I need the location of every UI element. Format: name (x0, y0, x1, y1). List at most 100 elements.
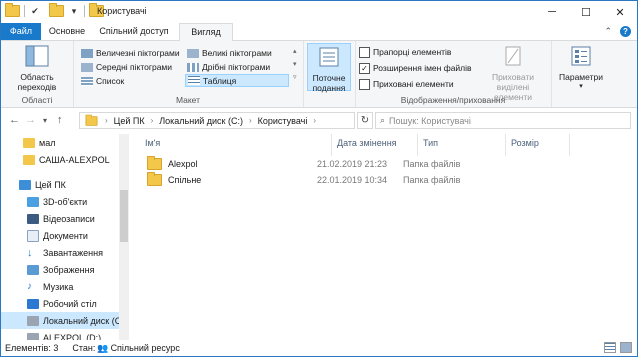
navigation-pane-icon (25, 45, 49, 67)
show-hide-group-label: Відображення/приховання (400, 95, 506, 105)
checkbox-unchecked-icon (359, 78, 370, 90)
file-extensions-toggle[interactable]: ✓ Розширення імен файлів (359, 62, 472, 74)
forward-button[interactable]: → (25, 114, 36, 126)
layout-xl-icons[interactable]: Величезні піктограми (81, 47, 180, 59)
desktop-icon (27, 298, 39, 309)
folder-icon (85, 114, 98, 126)
folder-icon (147, 172, 162, 186)
sort-by-label: Поточне подання (312, 73, 346, 93)
recent-locations-button[interactable]: ▾ (43, 116, 47, 125)
layout-details[interactable]: Таблиця (185, 74, 289, 87)
search-input[interactable]: ⌕ Пошук: Користувачі (375, 112, 631, 129)
folder-icon (5, 3, 20, 17)
nav-pane-button[interactable]: Область переходів (7, 45, 67, 92)
explorer-window: ✔ ▾ Користувачі ─ ☐ ✕ Файл Основне Спіль… (0, 0, 638, 357)
nav-item-this-pc[interactable]: Цей ПК (1, 176, 137, 193)
column-header-name[interactable]: Ім'я (145, 138, 160, 148)
layout-gallery-scroll[interactable]: ▴ ▾ ▿ (293, 45, 297, 84)
nav-pane-label: Область переходів (17, 72, 57, 92)
item-checkboxes-toggle[interactable]: Прапорці елементів (359, 46, 451, 58)
layout-group: Величезні піктограми Великі піктограми С… (73, 41, 304, 107)
file-name: Спільне (168, 175, 202, 185)
xl-icons-icon (81, 48, 93, 58)
file-type: Папка файлів (403, 159, 461, 169)
window-title: Користувачі (97, 6, 147, 16)
details-view-button[interactable] (604, 342, 616, 353)
tab-view[interactable]: Вигляд (179, 23, 233, 42)
refresh-icon: ↻ (360, 115, 370, 126)
tab-share[interactable]: Спільний доступ (91, 23, 177, 40)
computer-icon (19, 179, 31, 190)
scrollbar-thumb[interactable] (120, 190, 128, 242)
quick-access-toolbar: ✔ ▾ (5, 3, 104, 17)
show-hide-group: Прапорці елементів ✓ Розширення імен фай… (355, 41, 552, 107)
navigation-pane: мал САША-ALEXPOL Цей ПК 3D-об'єкти Відео… (1, 134, 145, 343)
current-view-group: Поточне подання (303, 41, 356, 107)
small-icons-icon (187, 62, 199, 72)
layout-medium-icons[interactable]: Середні піктограми (81, 61, 172, 73)
list-icon (81, 76, 93, 86)
hide-selected-icon (505, 46, 521, 66)
layout-small-icons[interactable]: Дрібні піктограми (187, 61, 270, 73)
column-header-size[interactable]: Розмір (511, 138, 539, 148)
sort-by-button[interactable]: Поточне подання (307, 43, 351, 93)
refresh-button[interactable]: ↻ (357, 112, 373, 129)
options-dropdown-icon: ▾ (579, 83, 583, 90)
layout-large-icons[interactable]: Великі піктограми (187, 47, 272, 59)
checkbox-unchecked-icon (359, 46, 370, 58)
large-icons-view-button[interactable] (620, 342, 632, 353)
file-type: Папка файлів (403, 175, 461, 185)
panes-group: Область переходів Області (1, 41, 74, 107)
layout-list[interactable]: Список (81, 75, 124, 87)
customize-qat-icon[interactable]: ▾ (68, 5, 80, 17)
panes-group-label: Області (21, 95, 53, 105)
options-icon (571, 46, 591, 66)
column-header-date[interactable]: Дата змінення (337, 138, 397, 148)
back-button[interactable]: ← (9, 114, 20, 126)
properties-icon[interactable]: ✔ (29, 5, 41, 17)
drive-icon (27, 315, 39, 326)
maximize-button[interactable]: ☐ (569, 1, 603, 23)
address-row: ← → ▾ ↑ › Цей ПК › Локальний диск (C:) ›… (1, 108, 637, 134)
nav-pane-scrollbar[interactable] (119, 134, 129, 340)
new-folder-icon[interactable] (49, 3, 64, 17)
item-count: Елементів: 3 (5, 343, 59, 353)
file-row[interactable]: Спільне 22.01.2019 10:34 Папка файлів (141, 172, 621, 188)
large-icons-icon (187, 48, 199, 58)
shared-users-icon: 👥 (97, 342, 109, 353)
column-header-type[interactable]: Тип (423, 138, 438, 148)
tab-file[interactable]: Файл (1, 23, 41, 40)
layout-group-label: Макет (175, 95, 201, 105)
shared-status: Спільний ресурс (110, 343, 180, 353)
file-name: Alexpol (168, 159, 198, 169)
breadcrumb-this-pc[interactable]: Цей ПК (114, 116, 145, 126)
hide-selected-button[interactable]: Приховати виділені елементи (481, 45, 545, 102)
file-date: 21.02.2019 21:23 (317, 159, 388, 169)
details-icon (188, 76, 200, 85)
videos-icon (27, 213, 39, 224)
folder-icon (23, 154, 35, 165)
search-placeholder: Пошук: Користувачі (389, 115, 471, 126)
documents-icon (27, 229, 39, 242)
state-label: Стан: (72, 343, 96, 353)
collapse-ribbon-icon[interactable]: ⌃ (604, 26, 612, 37)
title-bar: ✔ ▾ Користувачі ─ ☐ ✕ (1, 1, 637, 23)
file-row[interactable]: Alexpol 21.02.2019 21:23 Папка файлів (141, 156, 621, 172)
up-button[interactable]: ↑ (57, 114, 63, 126)
minimize-button[interactable]: ─ (535, 1, 569, 23)
folder-icon (147, 156, 162, 170)
music-icon: ♪ (27, 280, 32, 292)
hidden-items-toggle[interactable]: Приховані елементи (359, 78, 454, 90)
breadcrumb-local-disk[interactable]: Локальний диск (C:) (159, 116, 243, 126)
checkbox-checked-icon: ✓ (359, 62, 370, 74)
downloads-icon: ↓ (27, 246, 33, 259)
close-button[interactable]: ✕ (603, 1, 637, 23)
sort-icon (319, 47, 339, 67)
options-button[interactable]: Параметри ▾ (555, 45, 607, 92)
breadcrumb-users[interactable]: Користувачі (258, 116, 308, 126)
tab-home[interactable]: Основне (45, 23, 89, 40)
options-group: Параметри ▾ (551, 41, 611, 107)
address-bar[interactable]: › Цей ПК › Локальний диск (C:) › Користу… (79, 112, 355, 129)
folder-icon (23, 137, 35, 148)
help-icon[interactable]: ? (620, 26, 631, 37)
